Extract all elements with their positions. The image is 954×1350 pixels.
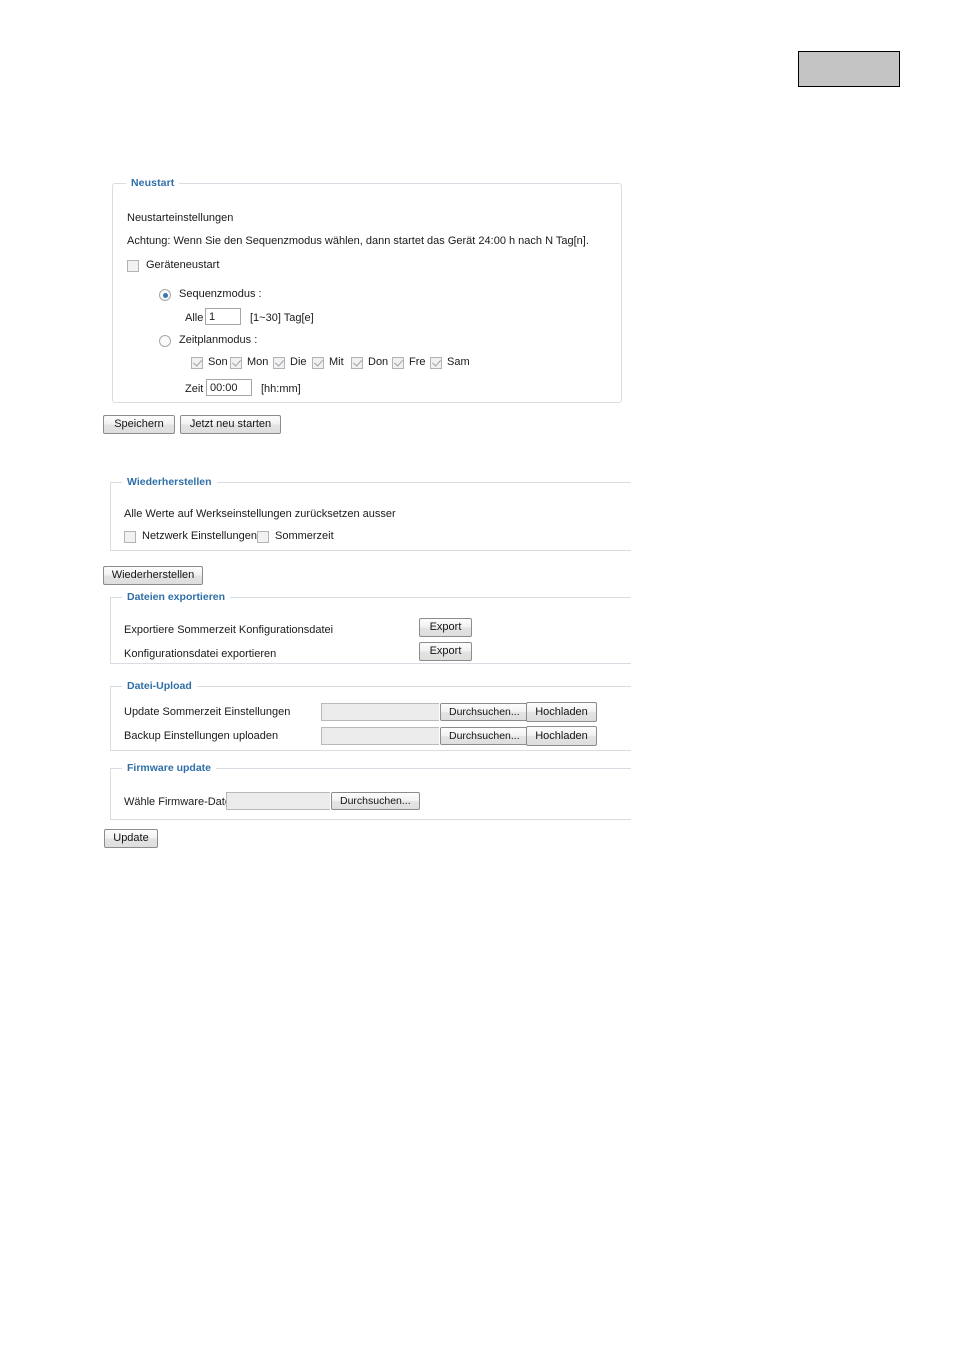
restore-option-network-checkbox[interactable] [124,531,136,543]
reboot-note: Achtung: Wenn Sie den Sequenzmodus wähle… [127,235,589,247]
restore-option-dst-label: Sommerzeit [275,530,334,542]
day-label-fre: Fre [409,356,426,368]
upload-backup-button[interactable]: Hochladen [526,726,597,746]
reboot-now-button[interactable]: Jetzt neu starten [180,415,281,434]
export-dst-label: Exportiere Sommerzeit Konfigurationsdate… [124,624,334,636]
day-checkbox-fre[interactable] [392,357,404,369]
device-reboot-label: Geräteneustart [146,259,220,271]
day-checkbox-don[interactable] [351,357,363,369]
firmware-file-input[interactable]: Durchsuchen... [226,792,420,810]
time-label: Zeit [185,383,204,395]
restore-option-network-label: Netzwerk Einstellungen [142,530,257,542]
day-label-son: Son [208,356,228,368]
day-label-sam: Sam [447,356,470,368]
upload-legend: Datei-Upload [122,680,197,692]
restore-description: Alle Werte auf Werkseinstellungen zurück… [124,508,396,520]
schedule-mode-radio[interactable] [159,335,171,347]
upload-fieldset: Datei-Upload Update Sommerzeit Einstellu… [110,680,631,751]
reboot-legend: Neustart [126,177,180,189]
day-checkbox-mit[interactable] [312,357,324,369]
restore-legend: Wiederherstellen [122,476,217,488]
interval-hint: [1~30] Tag[e] [250,312,314,324]
restore-button[interactable]: Wiederherstellen [103,566,203,585]
interval-label: Alle [185,312,204,324]
reboot-heading: Neustarteinstellungen [127,212,234,224]
day-checkbox-son[interactable] [191,357,203,369]
day-label-mit: Mit [329,356,344,368]
restore-fieldset: Wiederherstellen Alle Werte auf Werksein… [110,476,631,551]
upload-backup-file-field[interactable] [321,727,439,745]
firmware-legend: Firmware update [122,762,217,774]
time-hint: [hh:mm] [261,383,301,395]
upload-backup-label: Backup Einstellungen uploaden [124,730,279,742]
sequence-mode-label: Sequenzmodus : [179,288,262,300]
export-config-label: Konfigurationsdatei exportieren [124,648,277,660]
upload-backup-file-input[interactable]: Durchsuchen... [321,727,529,745]
export-fieldset: Dateien exportieren Exportiere Sommerzei… [110,591,631,664]
export-legend: Dateien exportieren [122,591,231,603]
sequence-mode-radio[interactable] [159,289,171,301]
firmware-file-field[interactable] [226,792,330,810]
day-checkbox-mon[interactable] [230,357,242,369]
save-button[interactable]: Speichern [103,415,175,434]
upload-backup-browse-button[interactable]: Durchsuchen... [440,727,529,745]
interval-input[interactable] [205,308,241,325]
day-label-mon: Mon [247,356,269,368]
firmware-fieldset: Firmware update Wähle Firmware-Datei Dur… [110,762,631,820]
device-reboot-checkbox[interactable] [127,260,139,272]
day-checkbox-die[interactable] [273,357,285,369]
schedule-mode-label: Zeitplanmodus : [179,334,258,346]
reboot-fieldset: Neustart Neustarteinstellungen Achtung: … [112,177,622,403]
day-label-don: Don [368,356,389,368]
day-label-die: Die [290,356,307,368]
export-config-button[interactable]: Export [419,642,472,661]
export-dst-button[interactable]: Export [419,618,472,637]
header-placeholder-box [798,51,900,87]
firmware-file-label: Wähle Firmware-Datei [124,796,234,808]
upload-dst-button[interactable]: Hochladen [526,702,597,722]
upload-dst-browse-button[interactable]: Durchsuchen... [440,703,529,721]
time-input[interactable] [206,379,252,396]
upload-dst-file-field[interactable] [321,703,439,721]
day-checkbox-sam[interactable] [430,357,442,369]
upload-dst-file-input[interactable]: Durchsuchen... [321,703,529,721]
firmware-update-button[interactable]: Update [104,829,158,848]
upload-dst-label: Update Sommerzeit Einstellungen [124,706,291,718]
firmware-browse-button[interactable]: Durchsuchen... [331,792,420,810]
restore-option-dst-checkbox[interactable] [257,531,269,543]
